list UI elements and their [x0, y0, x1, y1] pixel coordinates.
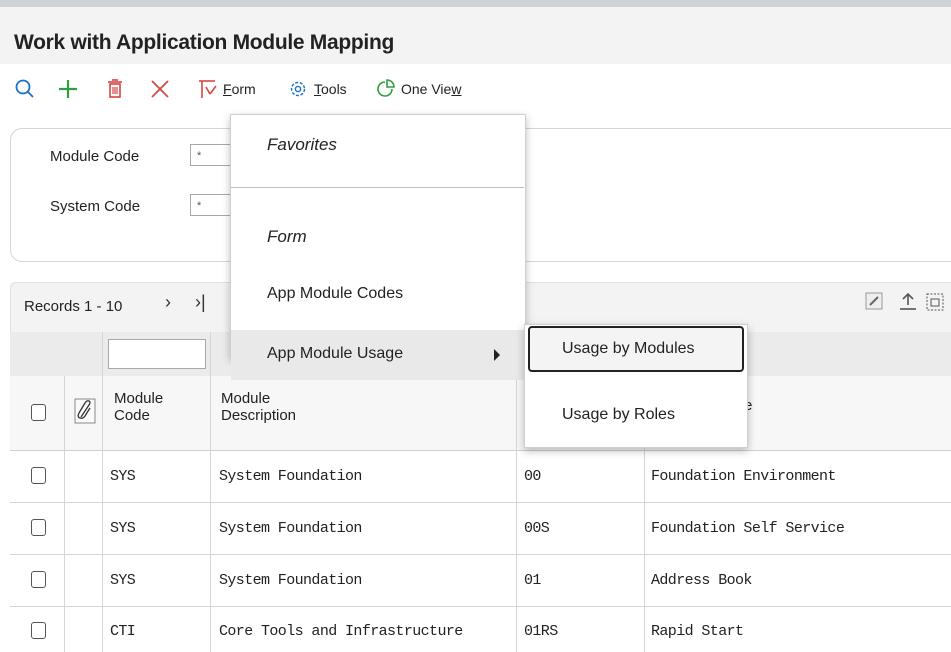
row-module-code[interactable]: SYS [110, 572, 136, 589]
row-system-description[interactable]: Foundation Environment [651, 468, 836, 485]
top-edge-bar [0, 0, 951, 7]
row-divider [10, 502, 951, 503]
search-button[interactable] [14, 72, 36, 106]
grid-format-icon[interactable] [924, 291, 944, 313]
row-checkbox[interactable] [31, 571, 46, 588]
submenu-arrow-icon [494, 349, 500, 361]
menu-item-app-module-codes[interactable]: App Module Codes [267, 285, 403, 303]
attachment-icon [74, 398, 96, 424]
tools-menu-label: Tools [314, 81, 347, 97]
row-checkbox[interactable] [31, 622, 46, 639]
row-module-description[interactable]: System Foundation [219, 468, 362, 485]
plus-icon [59, 80, 77, 98]
row-module-description[interactable]: System Foundation [219, 572, 362, 589]
qbe-module-code-input[interactable] [108, 339, 206, 369]
col-divider [516, 376, 517, 652]
menu-form-header: Form [267, 227, 307, 246]
one-view-label: One View [401, 81, 462, 97]
row-module-description[interactable]: Core Tools and Infrastructure [219, 623, 463, 640]
upload-icon[interactable] [898, 291, 918, 313]
row-system-code[interactable]: 01 [524, 572, 541, 589]
form-exit-icon [199, 80, 217, 98]
col-divider [644, 446, 645, 652]
page-title: Work with Application Module Mapping [14, 31, 395, 54]
col-divider [64, 376, 65, 652]
menu-item-app-module-usage[interactable]: App Module Usage [267, 345, 403, 363]
menu-separator [231, 187, 524, 188]
edit-grid-icon[interactable] [864, 291, 884, 311]
last-page-button[interactable]: ›| [195, 292, 206, 313]
row-system-description[interactable]: Address Book [651, 572, 752, 589]
toolbar: Form Tools One View [0, 72, 951, 106]
gear-icon [290, 81, 306, 97]
search-icon [15, 79, 34, 98]
row-checkbox[interactable] [31, 519, 46, 536]
column-module-code[interactable]: Module Code [114, 390, 163, 424]
column-module-description[interactable]: Module Description [221, 390, 296, 424]
pie-chart-icon [377, 79, 395, 97]
row-system-code[interactable]: 00 [524, 468, 541, 485]
delete-button[interactable] [105, 72, 125, 106]
tools-menu-button[interactable]: Tools [287, 72, 347, 106]
row-module-code[interactable]: SYS [110, 520, 136, 537]
next-page-button[interactable]: › [165, 292, 171, 313]
row-system-description[interactable]: Foundation Self Service [651, 520, 845, 537]
row-system-description[interactable]: Rapid Start [651, 623, 744, 640]
form-menu-label: Form [223, 81, 256, 97]
trash-icon [108, 79, 122, 98]
row-module-code[interactable]: SYS [110, 468, 136, 485]
row-divider [10, 554, 951, 555]
select-all-checkbox[interactable] [31, 404, 46, 421]
col-divider [210, 332, 211, 652]
form-menu-button[interactable]: Form [196, 72, 256, 106]
row-module-description[interactable]: System Foundation [219, 520, 362, 537]
row-divider [10, 606, 951, 607]
one-view-button[interactable]: One View [374, 72, 461, 106]
add-button[interactable] [57, 72, 79, 106]
close-icon [151, 80, 169, 98]
system-code-label: System Code [50, 198, 141, 215]
title-bar: Work with Application Module Mapping [0, 7, 951, 64]
row-module-code[interactable]: CTI [110, 623, 136, 640]
submenu-label-usage-by-modules: Usage by Modules [562, 340, 695, 357]
cancel-button[interactable] [150, 72, 170, 106]
menu-favorites-header: Favorites [267, 135, 337, 154]
submenu-item-usage-by-roles[interactable]: Usage by Roles [562, 406, 675, 424]
row-system-code[interactable]: 00S [524, 520, 550, 537]
row-system-code[interactable]: 01RS [524, 623, 558, 640]
module-code-label: Module Code [50, 148, 140, 165]
col-divider [102, 332, 103, 652]
row-checkbox[interactable] [31, 467, 46, 484]
records-count: Records 1 - 10 [24, 298, 123, 315]
